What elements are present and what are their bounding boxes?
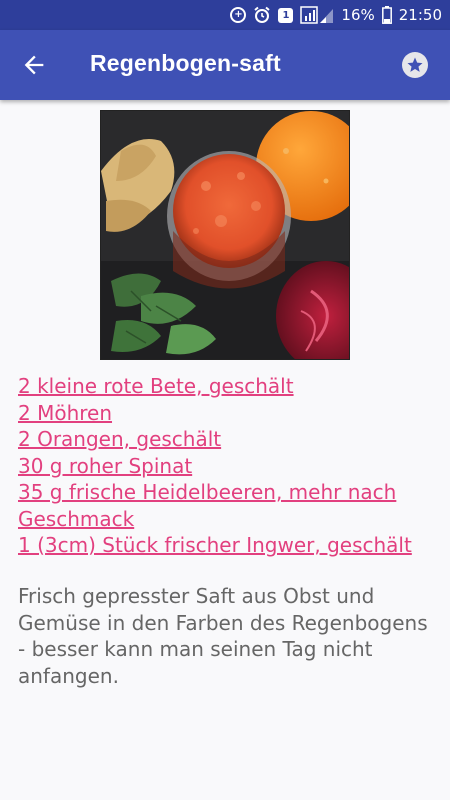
notification-icon: 1 [278,7,294,23]
favorite-button[interactable] [402,52,428,78]
star-icon [407,57,423,72]
signal-icon [300,6,334,24]
back-button[interactable] [20,51,48,79]
sync-icon: + [230,7,247,23]
ingredient-link[interactable]: 35 g frische Heidelbeeren, mehr nach Ges… [18,479,438,532]
status-bar: + 1 16% 21:50 [0,0,450,30]
alarm-icon [253,6,271,24]
ingredient-link[interactable]: 2 Orangen, geschält [18,426,438,453]
battery-percent: 16% [341,6,375,24]
app-bar: Regenbogen-saft [0,30,450,100]
ingredient-list: 2 kleine rote Bete, geschält 2 Möhren 2 … [18,373,438,559]
ingredient-link[interactable]: 30 g roher Spinat [18,453,438,480]
ingredient-link[interactable]: 1 (3cm) Stück frischer Ingwer, geschält [18,532,438,559]
ingredient-link[interactable]: 2 Möhren [18,400,438,427]
arrow-left-icon [24,55,44,75]
recipe-photo [100,110,350,360]
clock: 21:50 [398,6,442,24]
page-title: Regenbogen-saft [90,50,281,76]
recipe-description: Frisch gepresster Saft aus Obst und Gemü… [18,584,428,688]
ingredient-link[interactable]: 2 kleine rote Bete, geschält [18,373,438,400]
battery-icon [381,6,392,24]
